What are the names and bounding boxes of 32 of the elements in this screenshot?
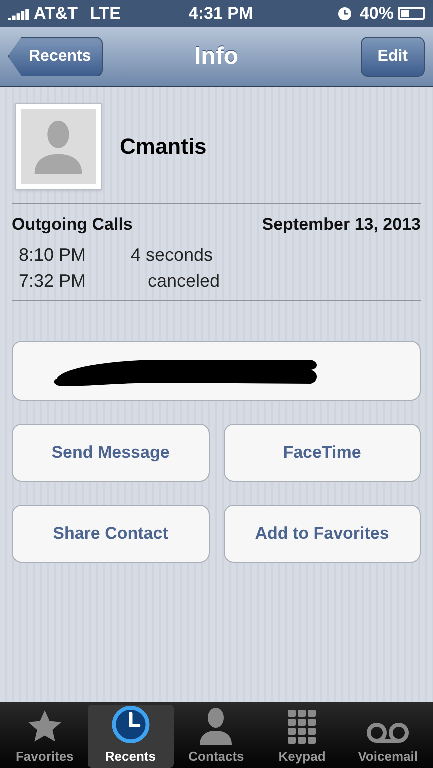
action-button[interactable]: Share Contact — [12, 504, 210, 562]
carrier-label: AT&T — [34, 2, 78, 25]
voicemail-icon — [366, 720, 410, 744]
call-type-heading: Outgoing Calls — [12, 214, 133, 236]
person-icon — [198, 706, 234, 744]
person-silhouette-icon — [21, 109, 96, 184]
tab-bar-item[interactable]: Recents — [88, 705, 174, 768]
tab-bar-item[interactable]: Contacts — [174, 705, 260, 768]
call-detail: 4 seconds — [131, 244, 214, 266]
edit-button[interactable]: Edit — [360, 36, 425, 76]
call-time: 8:10 PM — [19, 244, 88, 266]
action-button[interactable]: FaceTime — [224, 424, 421, 482]
alarm-clock-icon — [338, 6, 352, 20]
call-time: 7:32 PM — [19, 270, 88, 292]
phone-number-field[interactable] — [12, 340, 421, 400]
tab-bar-item[interactable]: Keypad — [259, 705, 346, 768]
keypad-icon — [287, 708, 318, 744]
network-label: LTE — [90, 2, 121, 25]
back-button[interactable]: Recents — [8, 36, 104, 76]
action-button[interactable]: Add to Favorites — [224, 504, 421, 562]
clock-time: 4:31 PM — [188, 2, 254, 25]
tab-bar-item[interactable]: Voicemail — [345, 705, 431, 768]
call-date: September 13, 2013 — [262, 214, 421, 236]
tab-bar-item[interactable]: Favorites — [2, 705, 88, 768]
signal-icon — [8, 8, 30, 20]
battery-percent: 40% — [360, 2, 394, 25]
contact-name: Cmantis — [120, 133, 207, 161]
battery-icon — [398, 7, 425, 20]
screen-title: Info — [194, 42, 238, 72]
clock-icon — [110, 705, 151, 744]
action-button[interactable]: Send Message — [12, 424, 210, 482]
call-detail: canceled — [148, 270, 220, 292]
